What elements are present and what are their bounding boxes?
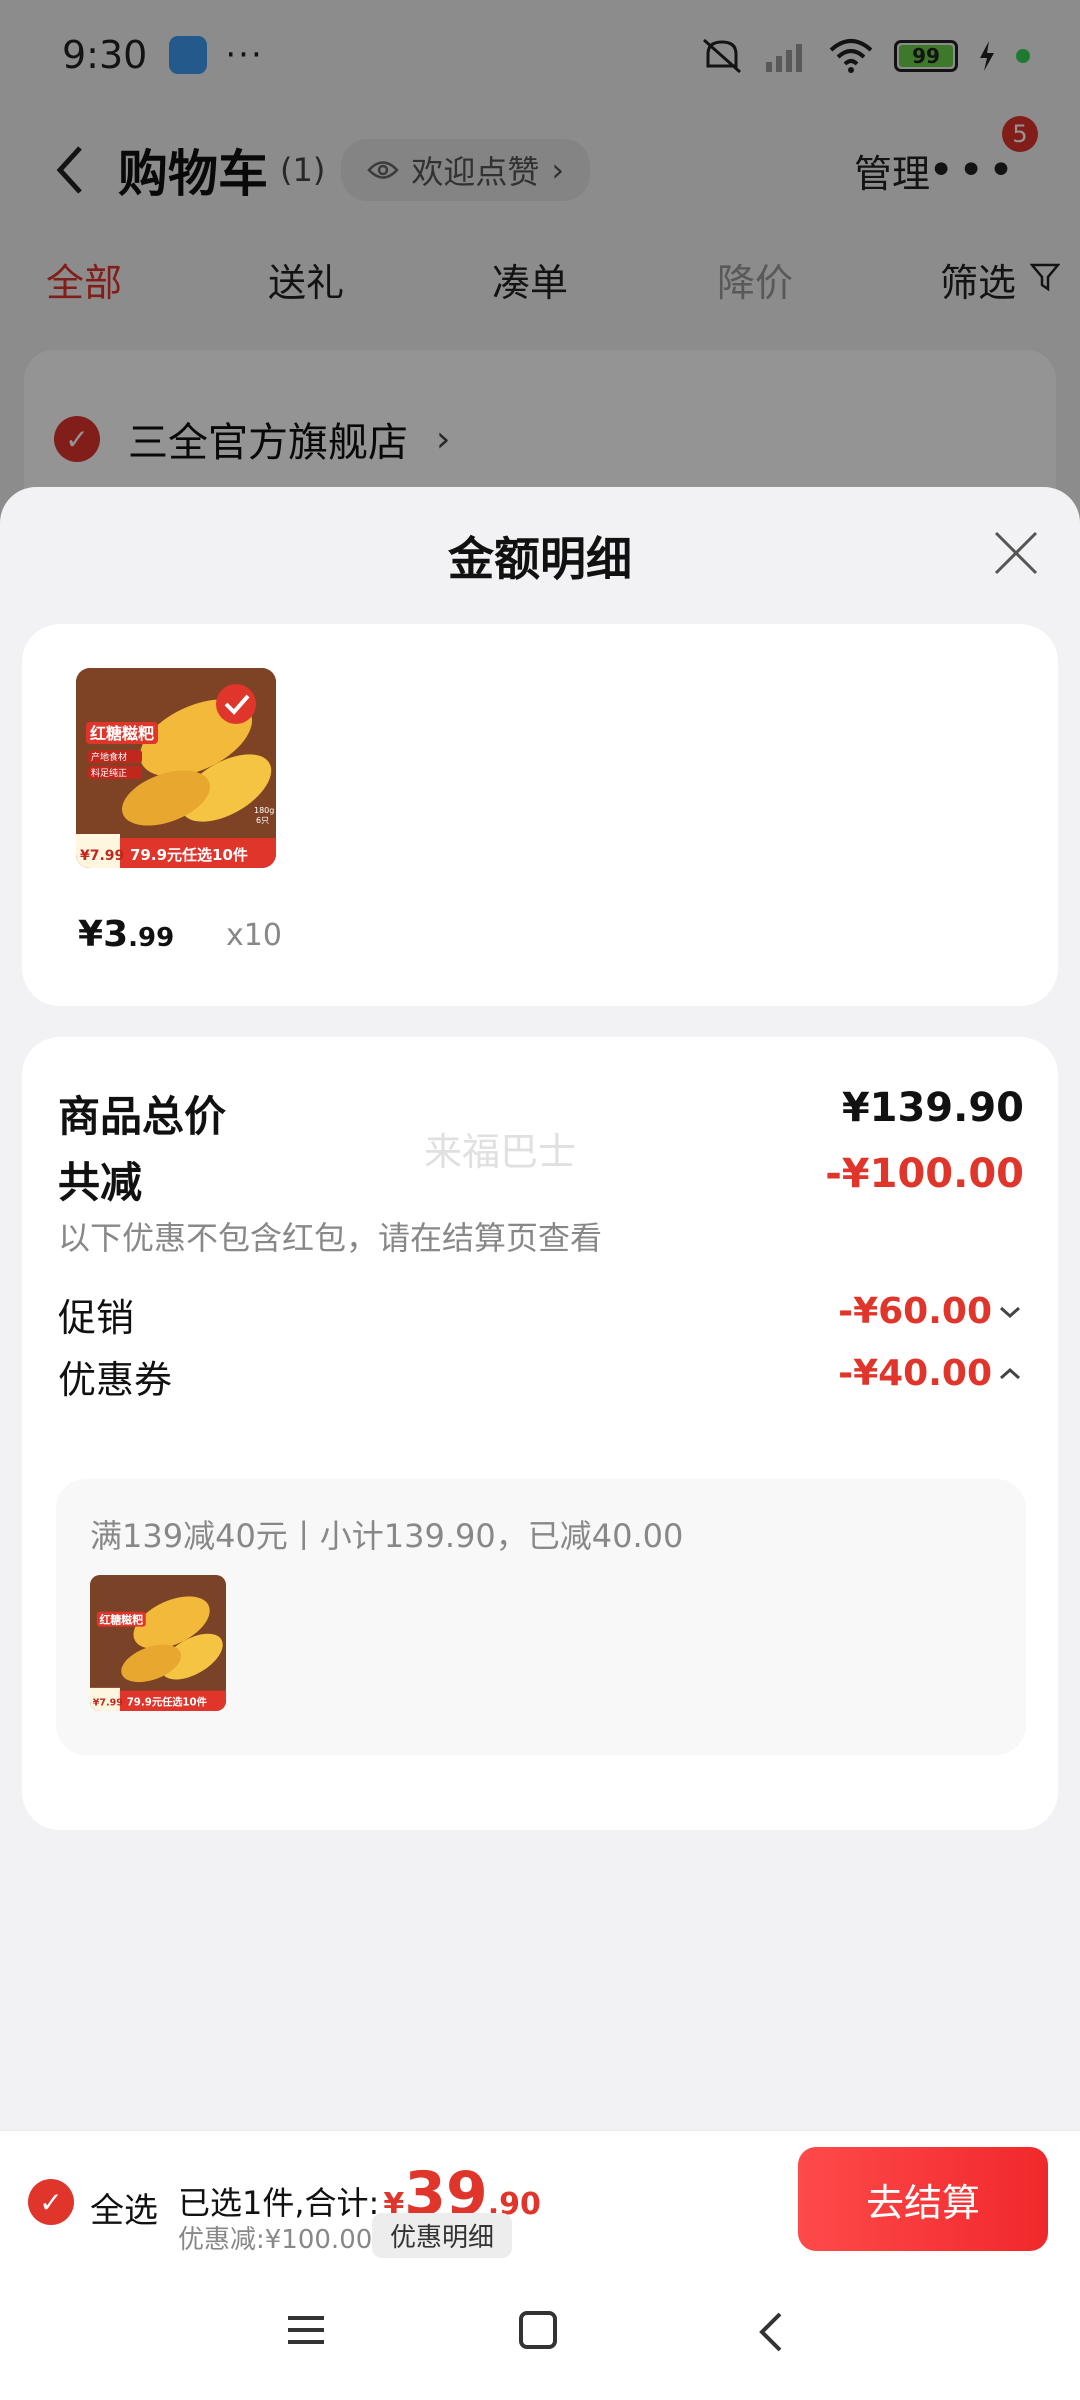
reduce-label: 共减 — [58, 1158, 143, 1207]
back-icon[interactable] — [756, 2310, 786, 2354]
promo-value[interactable]: -¥60.00 — [838, 1291, 992, 1332]
coupon-product-image: 红糖糍粑 ¥7.99 79.9元任选10件 — [90, 1575, 226, 1711]
total-label: 商品总价 — [58, 1092, 227, 1141]
sheet-title: 金额明细 — [448, 532, 632, 586]
menu-icon[interactable] — [286, 2310, 326, 2350]
product-card: 红糖糍粑 产地食材 料足纯正 180g 6只 ¥7.99 79.9元任选10件 … — [22, 624, 1058, 1006]
reduce-value: -¥100.00 — [825, 1151, 1024, 1197]
product-quantity: x10 — [226, 918, 282, 953]
select-all-check-icon[interactable]: ✓ — [28, 2179, 74, 2225]
amount-detail-sheet: 金额明细 红糖糍粑 产地食材 料足纯正 180g 6只 ¥7.99 79.9元任… — [0, 487, 1080, 2130]
price-detail-card: 商品总价 ¥139.90 来福巴士 共减 -¥100.00 以下优惠不包含红包，… — [22, 1037, 1058, 1830]
chevron-down-icon[interactable] — [998, 1305, 1022, 1319]
coupon-detail-text: 满139减40元丨小计139.90，已减40.00 — [90, 1517, 684, 1555]
total-value: ¥139.90 — [841, 1085, 1024, 1131]
checkout-button[interactable]: 去结算 — [798, 2147, 1048, 2251]
svg-text:产地食材: 产地食材 — [91, 751, 127, 763]
reduce-note: 以下优惠不包含红包，请在结算页查看 — [58, 1219, 603, 1257]
discount-detail-button[interactable]: 优惠明细 — [372, 2213, 513, 2258]
svg-text:红糖糍粑: 红糖糍粑 — [100, 1612, 144, 1626]
product-unit-price: ¥3.99 — [78, 914, 175, 955]
system-nav-bar — [0, 2270, 1080, 2400]
coupon-value[interactable]: -¥40.00 — [838, 1353, 992, 1394]
svg-text:79.9元任选10件: 79.9元任选10件 — [127, 1696, 207, 1709]
watermark-text: 来福巴士 — [424, 1130, 577, 1174]
svg-text:¥7.99: ¥7.99 — [93, 1698, 123, 1709]
svg-text:红糖糍粑: 红糖糍粑 — [90, 724, 154, 743]
product-image: 红糖糍粑 产地食材 料足纯正 180g 6只 ¥7.99 79.9元任选10件 — [76, 668, 276, 868]
chevron-up-icon[interactable] — [998, 1367, 1022, 1381]
coupon-detail-box: 满139减40元丨小计139.90，已减40.00 红糖糍粑 ¥7.99 79.… — [56, 1479, 1026, 1755]
svg-text:6只: 6只 — [256, 816, 269, 825]
coupon-label: 优惠券 — [58, 1358, 173, 1402]
svg-text:¥7.99: ¥7.99 — [80, 848, 124, 864]
svg-text:180g: 180g — [254, 806, 274, 815]
svg-text:79.9元任选10件: 79.9元任选10件 — [130, 846, 248, 864]
select-all-label[interactable]: 全选 — [90, 2183, 158, 2232]
home-icon[interactable] — [518, 2310, 558, 2350]
close-icon[interactable] — [990, 527, 1042, 579]
checkout-bar: ✓ 全选 已选1件,合计: ¥ 39 .90 优惠减:¥100.00 优惠明细 … — [0, 2130, 1080, 2270]
svg-text:料足纯正: 料足纯正 — [91, 767, 127, 779]
promo-label: 促销 — [58, 1296, 135, 1340]
discount-amount: 优惠减:¥100.00 — [178, 2225, 373, 2255]
